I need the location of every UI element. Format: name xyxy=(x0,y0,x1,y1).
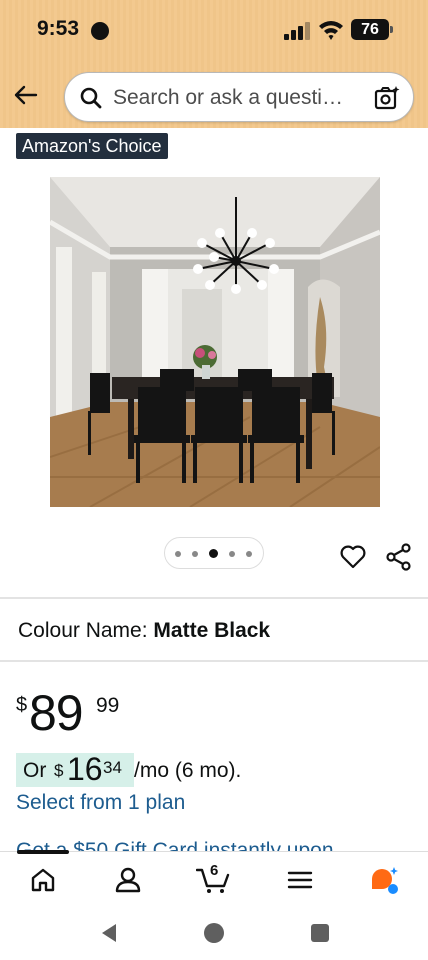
menu-icon[interactable] xyxy=(285,865,315,895)
status-time: 9:53 xyxy=(37,17,80,40)
search-input[interactable] xyxy=(113,82,373,114)
monthly-whole: 16 xyxy=(67,751,103,787)
monthly-suffix: /mo (6 mo). xyxy=(134,759,242,782)
colour-name: Colour Name: Matte Black xyxy=(18,619,270,643)
search-icon xyxy=(80,87,102,109)
system-navigation-bar xyxy=(0,907,428,960)
carousel-dot[interactable] xyxy=(175,551,181,557)
system-recents-icon[interactable] xyxy=(310,923,330,943)
carousel-dot-active[interactable] xyxy=(209,549,218,558)
divider xyxy=(0,660,428,662)
status-bar: 9:53 76 xyxy=(0,0,428,60)
price-symbol: $ xyxy=(16,694,28,716)
monthly-fraction: 34 xyxy=(103,758,122,777)
home-icon[interactable] xyxy=(28,865,58,895)
account-icon[interactable] xyxy=(113,865,143,895)
heart-icon[interactable] xyxy=(339,543,367,571)
carousel-dot[interactable] xyxy=(246,551,252,557)
monthly-prefix: Or xyxy=(23,759,47,782)
battery-indicator: 76 xyxy=(351,19,393,40)
bottom-navigation: 6 xyxy=(0,850,428,907)
image-carousel-dots[interactable] xyxy=(164,537,264,569)
divider xyxy=(0,597,428,599)
cart-button[interactable]: 6 xyxy=(195,862,232,895)
back-arrow-icon[interactable] xyxy=(12,82,38,108)
amazons-choice-badge: Amazon's Choice xyxy=(16,133,168,159)
cellular-signal-icon xyxy=(284,22,310,40)
carousel-dot[interactable] xyxy=(192,551,198,557)
carousel-dot[interactable] xyxy=(229,551,235,557)
ai-assistant-icon[interactable] xyxy=(369,865,399,895)
select-plan-link[interactable]: Select from 1 plan xyxy=(16,791,185,815)
price-fraction: 99 xyxy=(96,694,120,717)
active-tab-indicator xyxy=(17,850,69,854)
recording-dot-icon xyxy=(91,22,109,40)
camera-lens-icon[interactable] xyxy=(374,85,400,111)
system-home-icon[interactable] xyxy=(203,922,225,944)
colour-label: Colour Name: xyxy=(18,619,148,642)
search-bar[interactable] xyxy=(64,72,414,122)
price-whole: 89 xyxy=(29,685,84,741)
cart-count: 6 xyxy=(210,862,219,879)
monthly-symbol: $ xyxy=(54,761,64,780)
wifi-icon xyxy=(319,21,343,40)
colour-value: Matte Black xyxy=(153,619,271,642)
product-image[interactable] xyxy=(50,177,380,507)
share-icon[interactable] xyxy=(386,543,412,571)
system-back-icon[interactable] xyxy=(99,922,119,944)
